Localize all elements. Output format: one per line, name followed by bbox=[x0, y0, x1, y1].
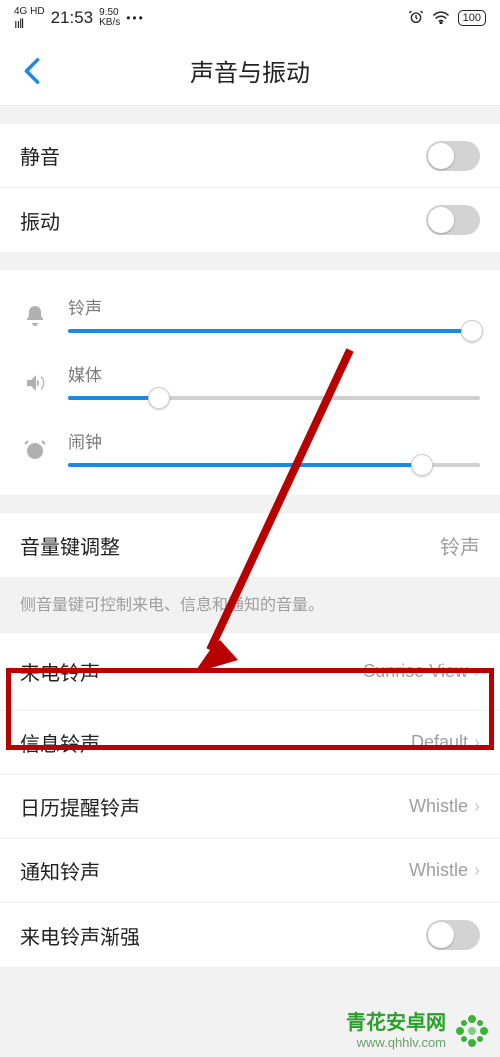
call-ringtone-label: 来电铃声 bbox=[20, 657, 363, 686]
status-time: 21:53 bbox=[51, 8, 94, 28]
status-right: 100 bbox=[408, 9, 486, 28]
slider-alarm-label: 闹钟 bbox=[68, 428, 480, 453]
call-ringtone-value: Sunrise View bbox=[363, 661, 468, 682]
row-volkey[interactable]: 音量键调整 铃声 bbox=[0, 513, 500, 577]
slider-alarm-track[interactable] bbox=[68, 463, 480, 467]
fadein-toggle[interactable] bbox=[426, 920, 480, 950]
msg-ringtone-value: Default bbox=[411, 732, 468, 753]
watermark-name: 青花安卓网 bbox=[346, 1011, 446, 1035]
volkey-label: 音量键调整 bbox=[20, 531, 440, 560]
slider-ringtone-thumb[interactable] bbox=[461, 320, 483, 342]
cal-ringtone-value: Whistle bbox=[409, 796, 468, 817]
more-dots-icon: ••• bbox=[126, 11, 145, 25]
slider-alarm-thumb[interactable] bbox=[411, 454, 433, 476]
alarm-icon bbox=[408, 9, 424, 28]
battery-icon: 100 bbox=[458, 10, 486, 26]
notif-ringtone-value: Whistle bbox=[409, 860, 468, 881]
chevron-right-icon: › bbox=[474, 860, 480, 881]
slider-media[interactable]: 媒体 bbox=[20, 347, 480, 414]
watermark-url: www.qhhlv.com bbox=[346, 1035, 446, 1051]
slider-alarm[interactable]: 闹钟 bbox=[20, 414, 480, 481]
group-ringtones: 来电铃声 Sunrise View › 信息铃声 Default › 日历提醒铃… bbox=[0, 633, 500, 967]
group-volume: 铃声 媒体 闹钟 bbox=[0, 270, 500, 495]
slider-ringtone-fill bbox=[68, 329, 472, 333]
notif-ringtone-label: 通知铃声 bbox=[20, 856, 409, 885]
slider-ringtone-track[interactable] bbox=[68, 329, 480, 333]
chevron-right-icon: › bbox=[474, 732, 480, 753]
group-silent: 静音 振动 bbox=[0, 124, 500, 252]
slider-ringtone-label: 铃声 bbox=[68, 294, 480, 319]
page-title: 声音与振动 bbox=[190, 53, 310, 88]
chevron-right-icon: › bbox=[474, 796, 480, 817]
row-mute[interactable]: 静音 bbox=[0, 124, 500, 188]
group-volkey: 音量键调整 铃声 bbox=[0, 513, 500, 577]
volkey-value: 铃声 bbox=[440, 531, 480, 560]
net-speed: 9.50 KB/s bbox=[99, 8, 120, 28]
fadein-label: 来电铃声渐强 bbox=[20, 921, 426, 950]
chevron-right-icon: › bbox=[474, 661, 480, 682]
row-cal-ringtone[interactable]: 日历提醒铃声 Whistle › bbox=[0, 775, 500, 839]
status-bar: 4G HD ııll 21:53 9.50 KB/s ••• 100 bbox=[0, 0, 500, 36]
slider-alarm-fill bbox=[68, 463, 422, 467]
msg-ringtone-label: 信息铃声 bbox=[20, 728, 411, 757]
slider-media-thumb[interactable] bbox=[148, 387, 170, 409]
vibrate-label: 振动 bbox=[20, 206, 426, 235]
mute-label: 静音 bbox=[20, 141, 426, 170]
status-left: 4G HD ııll 21:53 9.50 KB/s ••• bbox=[14, 7, 145, 30]
watermark-logo-icon bbox=[452, 1011, 492, 1051]
row-msg-ringtone[interactable]: 信息铃声 Default › bbox=[0, 711, 500, 775]
watermark: 青花安卓网 www.qhhlv.com bbox=[346, 1011, 492, 1051]
header: 声音与振动 bbox=[0, 36, 500, 106]
signal-icon: 4G HD ııll bbox=[14, 7, 45, 30]
volkey-hint: 侧音量键可控制来电、信息和通知的音量。 bbox=[0, 577, 500, 633]
row-vibrate[interactable]: 振动 bbox=[0, 188, 500, 252]
slider-media-track[interactable] bbox=[68, 396, 480, 400]
back-button[interactable] bbox=[12, 51, 52, 91]
slider-media-label: 媒体 bbox=[68, 361, 480, 386]
mute-toggle[interactable] bbox=[426, 141, 480, 171]
slider-media-fill bbox=[68, 396, 159, 400]
row-call-ringtone[interactable]: 来电铃声 Sunrise View › bbox=[0, 633, 500, 711]
speaker-icon bbox=[20, 371, 50, 395]
vibrate-toggle[interactable] bbox=[426, 205, 480, 235]
row-notif-ringtone[interactable]: 通知铃声 Whistle › bbox=[0, 839, 500, 903]
cal-ringtone-label: 日历提醒铃声 bbox=[20, 792, 409, 821]
slider-ringtone[interactable]: 铃声 bbox=[20, 280, 480, 347]
bell-icon bbox=[20, 304, 50, 328]
alarm-clock-icon bbox=[20, 438, 50, 462]
wifi-icon bbox=[432, 10, 450, 27]
row-fadein[interactable]: 来电铃声渐强 bbox=[0, 903, 500, 967]
